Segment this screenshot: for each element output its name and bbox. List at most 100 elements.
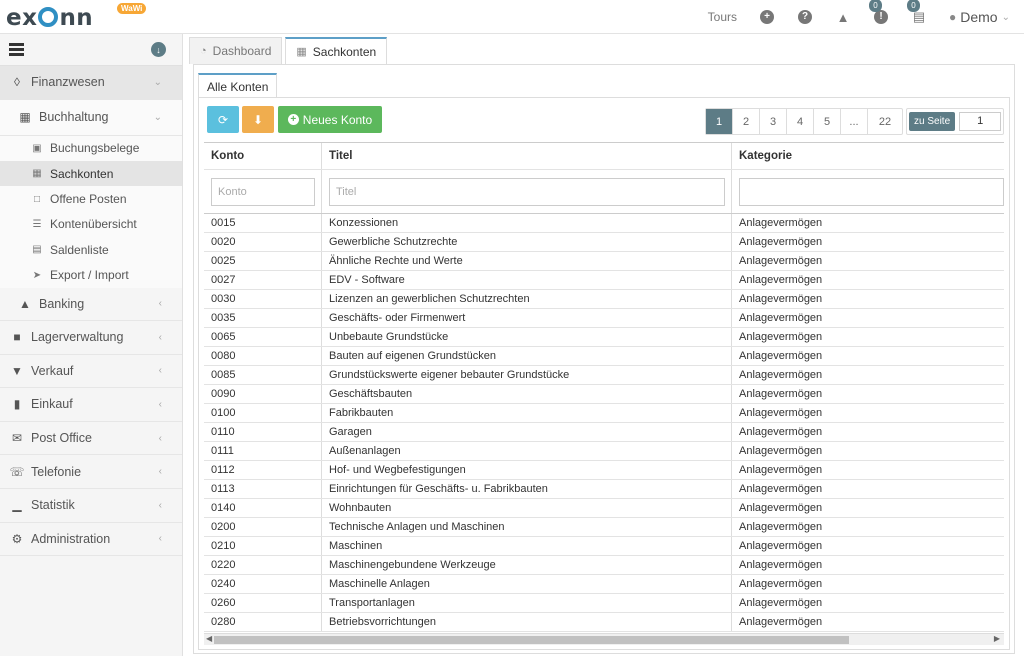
- chevron-left-icon: ‹: [158, 466, 162, 478]
- page-button[interactable]: 2: [733, 109, 760, 134]
- goto-page-input[interactable]: 1: [959, 112, 1002, 131]
- table-row[interactable]: 0200 Technische Anlagen und Maschinen Anla…: [204, 518, 1004, 537]
- sidebar-item-einkauf[interactable]: ▮ Einkauf ‹: [0, 388, 182, 422]
- header-konto[interactable]: Konto: [204, 143, 322, 169]
- table-row[interactable]: 0090 Geschäftsbauten Anlagevermögen: [204, 385, 1004, 404]
- table-row[interactable]: 0100 Fabrikbauten Anlagevermögen: [204, 404, 1004, 423]
- sidebar-subitem-export-import[interactable]: ➤ Export / Import: [0, 262, 182, 288]
- tab-sachkonten[interactable]: ▦ Sachkonten: [285, 37, 388, 64]
- kategorie-cell: Anlagevermögen: [739, 293, 823, 305]
- sidebar-item-finanzwesen[interactable]: ◊ Finanzwesen ⌄: [0, 66, 182, 100]
- bank-icon: ▲: [19, 296, 31, 311]
- bar-chart-icon: ▁: [12, 498, 22, 513]
- sidebar-subitem-kontenuebersicht[interactable]: ☰ Kontenübersicht: [0, 211, 182, 238]
- help-icon[interactable]: ?: [797, 9, 813, 25]
- sidebar-item-administration[interactable]: ⚙ Administration ‹: [0, 523, 182, 557]
- kategorie-cell: Anlagevermögen: [739, 217, 823, 229]
- table-row[interactable]: 0030 Lizenzen an gewerblichen Schutzrecht…: [204, 290, 1004, 309]
- sidebar-subitem-buchungsbelege[interactable]: ▣ Buchungsbelege: [0, 135, 182, 161]
- table-row[interactable]: 0112 Hof- und Wegbefestigungen Anlagevermö…: [204, 461, 1004, 480]
- table-row[interactable]: 0027 EDV - Software Anlagevermögen: [204, 271, 1004, 290]
- refresh-button[interactable]: ⟳: [207, 106, 239, 133]
- messages-icon[interactable]: ▤ 0: [907, 0, 927, 25]
- goto-page-button[interactable]: zu Seite: [909, 112, 956, 131]
- table-row[interactable]: 0260 Transportanlagen Anlagevermögen: [204, 594, 1004, 613]
- page-button[interactable]: 5: [814, 109, 841, 134]
- tab-label: Dashboard: [212, 44, 272, 58]
- sidebar-subitem-offene-posten[interactable]: □ Offene Posten: [0, 186, 182, 212]
- tab-dashboard[interactable]: ◔ Dashboard: [189, 37, 283, 64]
- konto-cell: 0110: [204, 423, 322, 441]
- tab-alle-konten[interactable]: Alle Konten: [198, 73, 278, 98]
- table-row[interactable]: 0280 Betriebsvorrichtungen Anlagevermögen: [204, 613, 1004, 632]
- table-row[interactable]: 0020 Gewerbliche Schutzrechte Anlagevermög…: [204, 233, 1004, 252]
- kategorie-filter-input[interactable]: [739, 177, 1004, 206]
- table-row[interactable]: 0080 Bauten auf eigenen Grundstücken Anlag…: [204, 347, 1004, 366]
- table-row[interactable]: 0025 Ähnliche Rechte und Werte Anlagevermö…: [204, 252, 1004, 271]
- add-icon[interactable]: +: [759, 9, 775, 25]
- logo[interactable]: ex nn: [6, 5, 93, 31]
- sidebar-item-buchhaltung[interactable]: ▦ Buchhaltung ⌄: [0, 99, 182, 136]
- sidebar-subitem-saldenliste[interactable]: ▤ Saldenliste: [0, 237, 182, 263]
- table-row[interactable]: 0085 Grundstückswerte eigener bebauter Gr…: [204, 366, 1004, 385]
- titel-cell: Gewerbliche Schutzrechte: [322, 233, 732, 251]
- accounts-panel: ⟳ ⬇ + Neues Konto 1 2 3 4 5 ... 22 zu Se…: [198, 97, 1010, 650]
- titel-cell: Konzessionen: [322, 214, 732, 232]
- sidebar-subitem-sachkonten[interactable]: ▦ Sachkonten: [0, 160, 182, 187]
- table-row[interactable]: 0111 Außenanlagen Anlagevermögen: [204, 442, 1004, 461]
- sidebar-item-label: Einkauf: [31, 397, 73, 412]
- sidebar: ↓ ◊ Finanzwesen ⌄ ▦ Buchhaltung ⌄ ▣ Buch…: [0, 34, 183, 656]
- sidebar-item-label: Telefonie: [31, 464, 82, 479]
- kategorie-cell: Anlagevermögen: [739, 388, 823, 400]
- table-row[interactable]: 0210 Maschinen Anlagevermögen: [204, 537, 1004, 556]
- scroll-left-icon[interactable]: ◀: [206, 634, 212, 643]
- horizontal-scrollbar[interactable]: ◀ ▶: [204, 633, 1004, 645]
- table-row[interactable]: 0035 Geschäfts- oder Firmenwert Anlageverm…: [204, 309, 1004, 328]
- table-row[interactable]: 0015 Konzessionen Anlagevermögen: [204, 214, 1004, 233]
- sidebar-item-telefonie[interactable]: ☏ Telefonie ‹: [0, 455, 182, 489]
- scroll-right-icon[interactable]: ▶: [994, 634, 1000, 643]
- table-row[interactable]: 0240 Maschinelle Anlagen Anlagevermögen: [204, 575, 1004, 594]
- sidebar-item-lagerverwaltung[interactable]: ■ Lagerverwaltung ‹: [0, 321, 182, 355]
- tours-link[interactable]: Tours: [708, 10, 737, 24]
- page-button[interactable]: 4: [787, 109, 814, 134]
- titel-filter-input[interactable]: Titel: [329, 177, 725, 206]
- kategorie-cell: Anlagevermögen: [739, 255, 823, 267]
- download-button[interactable]: ⬇: [242, 106, 274, 133]
- table-row[interactable]: 0065 Unbebaute Grundstücke Anlagevermögen: [204, 328, 1004, 347]
- page-button[interactable]: 1: [706, 109, 733, 134]
- sidebar-item-label: Verkauf: [31, 363, 74, 378]
- kategorie-cell: Anlagevermögen: [739, 350, 823, 362]
- sidebar-item-statistik[interactable]: ▁ Statistik ‹: [0, 489, 182, 523]
- table-row[interactable]: 0220 Maschinengebundene Werkzeuge Anlageve…: [204, 556, 1004, 575]
- page-button[interactable]: 3: [760, 109, 787, 134]
- download-circle-icon[interactable]: ↓: [151, 42, 166, 57]
- download-icon: ⬇: [252, 112, 264, 127]
- table-row[interactable]: 0110 Garagen Anlagevermögen: [204, 423, 1004, 442]
- titel-cell: Maschinen: [322, 537, 732, 555]
- table-icon: ▦: [32, 168, 42, 180]
- chevron-down-icon: ⌄: [153, 111, 162, 123]
- konto-cell: 0111: [204, 442, 322, 460]
- hamburger-icon[interactable]: [9, 43, 24, 58]
- titel-cell: Lizenzen an gewerblichen Schutzrechten: [322, 290, 732, 308]
- konto-cell: 0027: [204, 271, 322, 289]
- konto-filter-input[interactable]: Konto: [211, 177, 315, 206]
- header-titel[interactable]: Titel: [322, 143, 732, 169]
- header-kategorie[interactable]: Kategorie: [732, 143, 1004, 169]
- sidebar-item-banking[interactable]: ▲ Banking ‹: [0, 287, 182, 321]
- sidebar-item-verkauf[interactable]: ▼ Verkauf ‹: [0, 355, 182, 389]
- table-row[interactable]: 0113 Einrichtungen für Geschäfts- u. Fabr…: [204, 480, 1004, 499]
- kategorie-cell: Anlagevermögen: [739, 407, 823, 419]
- user-menu[interactable]: ● Demo ⌄: [949, 9, 1010, 25]
- new-account-button[interactable]: + Neues Konto: [278, 106, 382, 133]
- scrollbar-thumb[interactable]: [214, 636, 849, 644]
- table-icon: ▦: [296, 46, 307, 58]
- table-row[interactable]: 0140 Wohnbauten Anlagevermögen: [204, 499, 1004, 518]
- page-button[interactable]: 22: [868, 109, 902, 134]
- bell-icon[interactable]: ▲: [835, 9, 851, 25]
- chevron-left-icon: ‹: [158, 331, 162, 343]
- messages-badge: 0: [907, 0, 920, 12]
- sidebar-item-post-office[interactable]: ✉ Post Office ‹: [0, 422, 182, 456]
- alerts-icon[interactable]: ! 0: [869, 0, 889, 25]
